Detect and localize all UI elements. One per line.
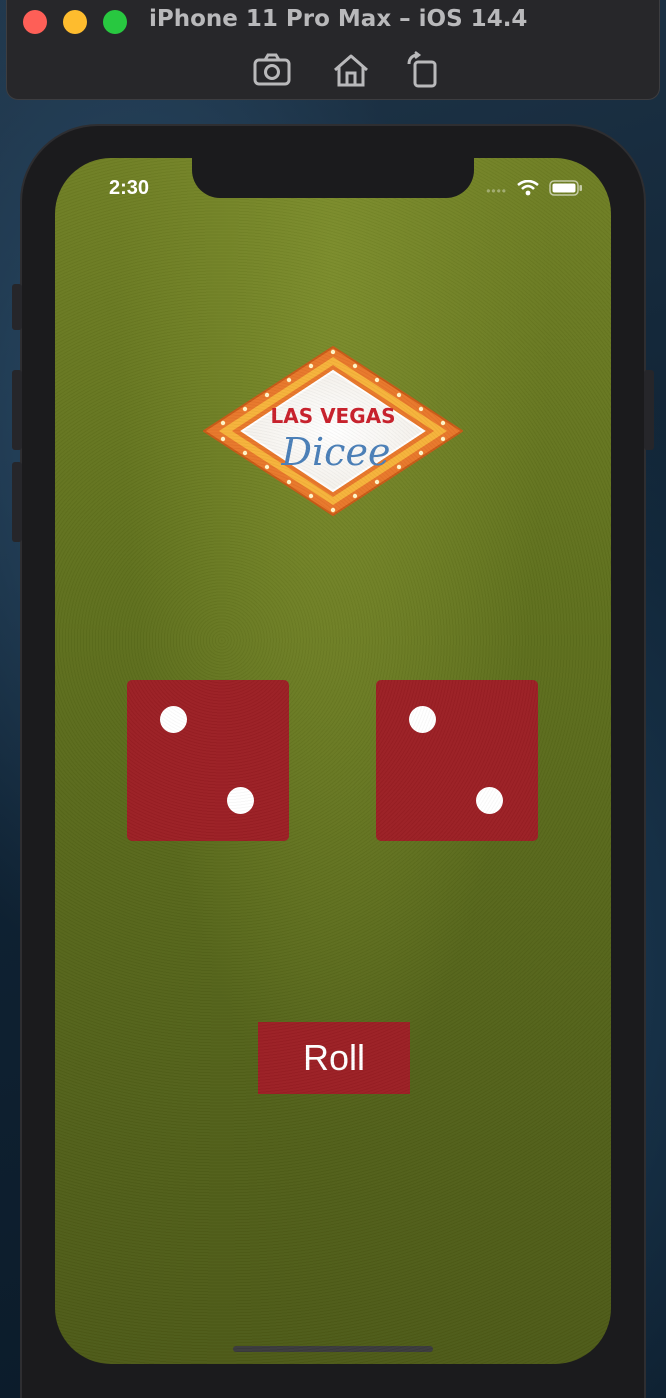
zoom-window-button[interactable] (103, 10, 127, 34)
left-die (127, 680, 289, 841)
die-pip (476, 787, 503, 814)
app-logo: LAS VEGAS Dicee (200, 343, 466, 519)
simulator-title-bar: iPhone 11 Pro Max – iOS 14.4 (6, 0, 660, 100)
wifi-icon (517, 179, 539, 201)
screenshot-icon[interactable] (250, 50, 294, 90)
signal-icon: •••• (486, 183, 507, 198)
volume-up-button (12, 370, 22, 450)
die-pip (227, 787, 254, 814)
volume-down-button (12, 462, 22, 542)
close-window-button[interactable] (23, 10, 47, 34)
status-time: 2:30 (109, 177, 150, 199)
status-icons: •••• (486, 179, 583, 201)
logo-subtitle: Dicee (281, 430, 391, 474)
home-indicator[interactable] (233, 1346, 433, 1352)
logo-title: LAS VEGAS (270, 404, 395, 428)
power-button (644, 370, 654, 450)
roll-button[interactable]: Roll (258, 1022, 410, 1094)
mute-switch (12, 284, 22, 330)
notch (192, 158, 474, 198)
simulator-title: iPhone 11 Pro Max – iOS 14.4 (149, 6, 528, 32)
minimize-window-button[interactable] (63, 10, 87, 34)
right-die (376, 680, 538, 841)
battery-icon (549, 180, 583, 201)
rotate-icon[interactable] (403, 50, 447, 90)
die-pip (160, 706, 187, 733)
home-icon[interactable] (329, 50, 373, 90)
app-screen: 2:30 •••• LAS VEGAS Dicee Roll (55, 158, 611, 1364)
die-pip (409, 706, 436, 733)
